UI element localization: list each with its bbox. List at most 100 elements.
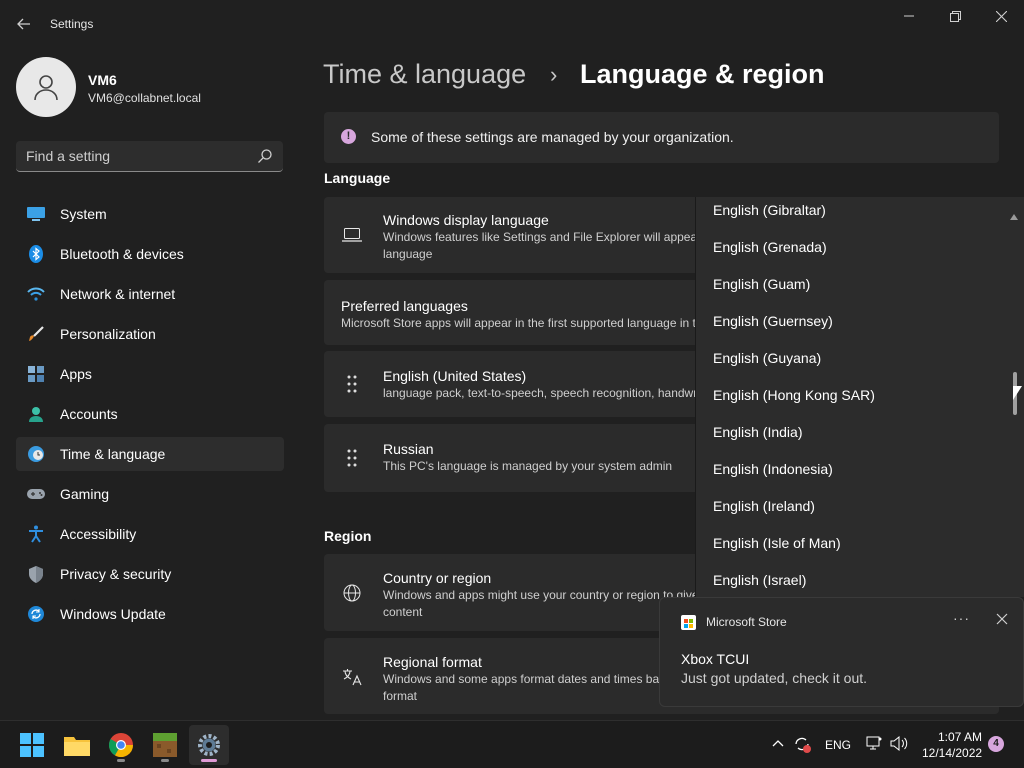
sidebar-item-bluetooth[interactable]: Bluetooth & devices — [16, 237, 284, 271]
breadcrumb-parent[interactable]: Time & language — [323, 59, 526, 90]
sidebar-item-label: Personalization — [60, 326, 156, 342]
card-title: Windows display language — [383, 212, 549, 228]
card-title: Preferred languages — [341, 298, 468, 314]
sidebar-item-label: Accounts — [60, 406, 118, 422]
list-item[interactable]: English (India) — [713, 424, 803, 440]
active-app-indicator — [201, 759, 217, 762]
sidebar-item-label: Privacy & security — [60, 566, 172, 582]
scroll-up-arrow-icon[interactable] — [1010, 214, 1018, 220]
card-title: Country or region — [383, 570, 492, 586]
minecraft-icon[interactable] — [145, 725, 185, 765]
search-box[interactable] — [16, 141, 283, 172]
list-item[interactable]: English (Ireland) — [713, 498, 815, 514]
list-item[interactable]: English (Grenada) — [713, 239, 827, 255]
language-format-icon — [341, 666, 363, 688]
avatar[interactable] — [16, 57, 76, 117]
managed-info-text: Some of these settings are managed by yo… — [371, 129, 734, 145]
sidebar-item-accessibility[interactable]: Accessibility — [16, 517, 284, 551]
volume-icon[interactable] — [890, 736, 908, 751]
list-item[interactable]: English (Israel) — [713, 572, 806, 588]
card-title: English (United States) — [383, 368, 527, 384]
chrome-icon[interactable] — [101, 725, 141, 765]
sidebar-item-label: Gaming — [60, 486, 110, 502]
shield-icon — [26, 564, 46, 584]
list-item[interactable]: English (Guernsey) — [713, 313, 833, 329]
card-description: Windows features like Settings and File … — [383, 230, 736, 261]
back-arrow-icon[interactable] — [8, 10, 40, 38]
info-icon: ! — [341, 129, 356, 144]
sidebar-item-label: System — [60, 206, 107, 222]
laptop-icon — [341, 224, 363, 246]
brush-icon — [26, 324, 46, 344]
app-title: Settings — [50, 17, 94, 31]
apps-icon — [26, 364, 46, 384]
globe-icon — [341, 582, 363, 604]
page-title: Language & region — [580, 59, 825, 89]
notification-count-badge[interactable]: 4 — [988, 736, 1004, 752]
list-item[interactable]: English (Gibraltar) — [713, 202, 826, 218]
sidebar-item-time-language[interactable]: Time & language — [16, 437, 284, 471]
title-bar: Settings — [0, 0, 1024, 48]
managed-info-bar: ! Some of these settings are managed by … — [324, 112, 999, 163]
update-icon — [26, 604, 46, 624]
running-indicator — [117, 759, 125, 762]
list-item[interactable]: English (Indonesia) — [713, 461, 833, 477]
toast-body: Just got updated, check it out. — [681, 670, 868, 686]
taskbar: ENG 1:07 AM 12/14/2022 4 — [0, 720, 1024, 768]
user-name: VM6 — [88, 72, 117, 88]
input-language-indicator[interactable]: ENG — [825, 738, 851, 752]
gaming-icon — [26, 484, 46, 504]
card-title: Russian — [383, 441, 434, 457]
network-icon — [26, 284, 46, 304]
chevron-up-icon[interactable] — [772, 739, 784, 747]
running-indicator — [161, 759, 169, 762]
search-icon[interactable] — [257, 148, 273, 164]
user-email: VM6@collabnet.local — [88, 91, 201, 105]
windows-start-icon[interactable] — [12, 725, 52, 765]
sidebar-item-system[interactable]: System — [16, 197, 284, 231]
sidebar-item-accounts[interactable]: Accounts — [16, 397, 284, 431]
sync-alert-icon[interactable] — [793, 735, 811, 753]
language-dropdown-list[interactable]: English (Gibraltar) English (Grenada) En… — [695, 197, 1024, 597]
list-item[interactable]: English (Guam) — [713, 276, 810, 292]
file-explorer-icon[interactable] — [57, 725, 97, 765]
list-item[interactable]: English (Isle of Man) — [713, 535, 841, 551]
clock-time[interactable]: 1:07 AM — [938, 730, 982, 744]
clock-date[interactable]: 12/14/2022 — [922, 746, 982, 760]
sidebar-item-label: Time & language — [60, 446, 166, 462]
bluetooth-icon — [26, 244, 46, 264]
accessibility-icon — [26, 524, 46, 544]
accounts-icon — [26, 404, 46, 424]
sidebar-item-windows-update[interactable]: Windows Update — [16, 597, 284, 631]
user-icon — [34, 75, 58, 101]
sidebar-item-personalization[interactable]: Personalization — [16, 317, 284, 351]
microsoft-store-icon — [681, 615, 696, 630]
close-icon[interactable] — [994, 611, 1010, 627]
close-button[interactable] — [978, 0, 1024, 32]
toast-app-name: Microsoft Store — [706, 615, 787, 629]
network-status-icon[interactable] — [866, 736, 882, 751]
more-options-icon[interactable]: ··· — [953, 610, 970, 626]
sidebar-item-label: Bluetooth & devices — [60, 246, 184, 262]
notification-toast[interactable]: Microsoft Store ··· Xbox TCUI Just got u… — [659, 597, 1024, 707]
sidebar-item-label: Network & internet — [60, 286, 176, 302]
restore-button[interactable] — [932, 0, 978, 32]
language-heading: Language — [324, 170, 391, 186]
sidebar-item-network[interactable]: Network & internet — [16, 277, 284, 311]
drag-handle-icon[interactable] — [341, 373, 363, 395]
sidebar-item-gaming[interactable]: Gaming — [16, 477, 284, 511]
chevron-right-icon: › — [550, 62, 558, 87]
mouse-cursor — [1013, 386, 1022, 400]
system-icon — [26, 204, 46, 224]
search-input[interactable] — [26, 148, 246, 164]
region-heading: Region — [324, 528, 372, 544]
minimize-button[interactable] — [886, 0, 932, 32]
list-item[interactable]: English (Guyana) — [713, 350, 821, 366]
list-item[interactable]: English (Hong Kong SAR) — [713, 387, 875, 403]
sidebar-item-privacy[interactable]: Privacy & security — [16, 557, 284, 591]
card-title: Regional format — [383, 654, 482, 670]
settings-icon[interactable] — [189, 725, 229, 765]
sidebar-item-apps[interactable]: Apps — [16, 357, 284, 391]
drag-handle-icon[interactable] — [341, 447, 363, 469]
sidebar-item-label: Apps — [60, 366, 92, 382]
